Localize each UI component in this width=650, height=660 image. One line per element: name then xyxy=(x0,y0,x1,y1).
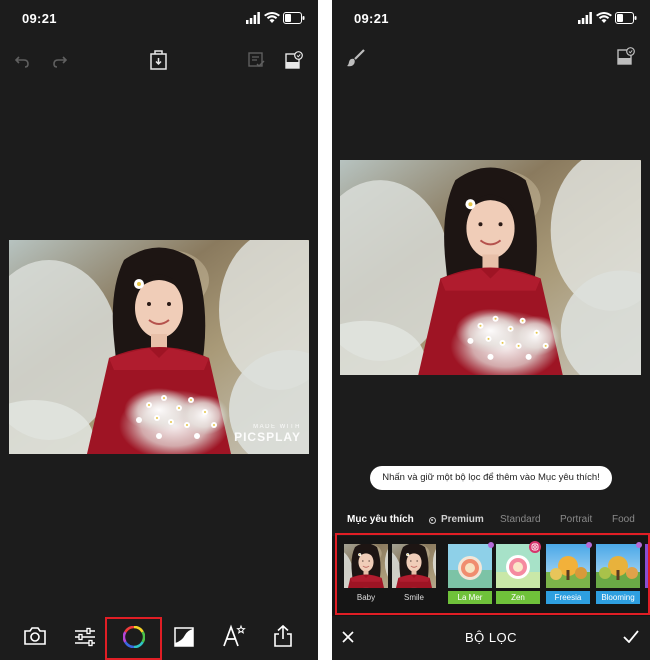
tab-portrait[interactable]: Portrait xyxy=(560,514,592,525)
tab-premium[interactable]: Premium xyxy=(441,514,484,525)
status-bar: 09:21 xyxy=(0,0,318,34)
screen-title: BỘ LỌC xyxy=(464,630,518,645)
premium-dot-icon xyxy=(429,517,436,524)
text-icon[interactable] xyxy=(222,624,246,648)
share-icon[interactable] xyxy=(273,624,293,648)
checkmark-icon[interactable] xyxy=(623,630,639,643)
tab-food[interactable]: Food xyxy=(612,514,635,525)
left-screen: 09:21 MADE WITH PICSPLAY xyxy=(0,0,318,660)
watermark-line2: PICSPLAY xyxy=(234,430,301,444)
picsplay-watermark: MADE WITH PICSPLAY xyxy=(234,424,301,444)
signal-icon xyxy=(578,12,592,24)
tab-favorites[interactable]: Mục yêu thích xyxy=(347,514,414,525)
filter-categories: Mục yêu thích Premium Standard Portrait … xyxy=(332,514,650,530)
main-photo: MADE WITH PICSPLAY xyxy=(9,240,309,454)
export-image-icon[interactable] xyxy=(617,47,635,65)
battery-icon xyxy=(283,12,305,24)
filter-strip-highlight xyxy=(335,533,650,615)
export-image-icon[interactable] xyxy=(285,51,303,69)
save-project-icon[interactable] xyxy=(150,50,167,70)
wifi-icon xyxy=(596,12,612,23)
redo-icon[interactable] xyxy=(52,53,68,69)
status-time: 09:21 xyxy=(354,11,389,26)
compare-icon[interactable] xyxy=(248,52,265,69)
right-screen: 09:21 Nhấn và giữ một bộ lọc để thêm vào… xyxy=(332,0,650,660)
color-tool-highlight xyxy=(105,617,162,660)
adjust-sliders-icon[interactable] xyxy=(73,627,97,647)
status-icons xyxy=(578,12,638,26)
signal-icon xyxy=(246,12,260,24)
wifi-icon xyxy=(264,12,280,23)
camera-icon[interactable] xyxy=(23,626,47,646)
status-time: 09:21 xyxy=(22,11,57,26)
status-bar: 09:21 xyxy=(332,0,650,34)
battery-icon xyxy=(615,12,637,24)
status-icons xyxy=(246,12,306,26)
brush-icon[interactable] xyxy=(346,48,366,68)
undo-icon[interactable] xyxy=(14,53,30,69)
bottom-bar: BỘ LỌC xyxy=(332,614,650,660)
favorite-hint-tooltip: Nhấn và giữ một bộ lọc để thêm vào Mục y… xyxy=(370,466,612,490)
curves-icon[interactable] xyxy=(174,627,194,647)
main-photo xyxy=(340,160,641,375)
tab-standard[interactable]: Standard xyxy=(500,514,541,525)
